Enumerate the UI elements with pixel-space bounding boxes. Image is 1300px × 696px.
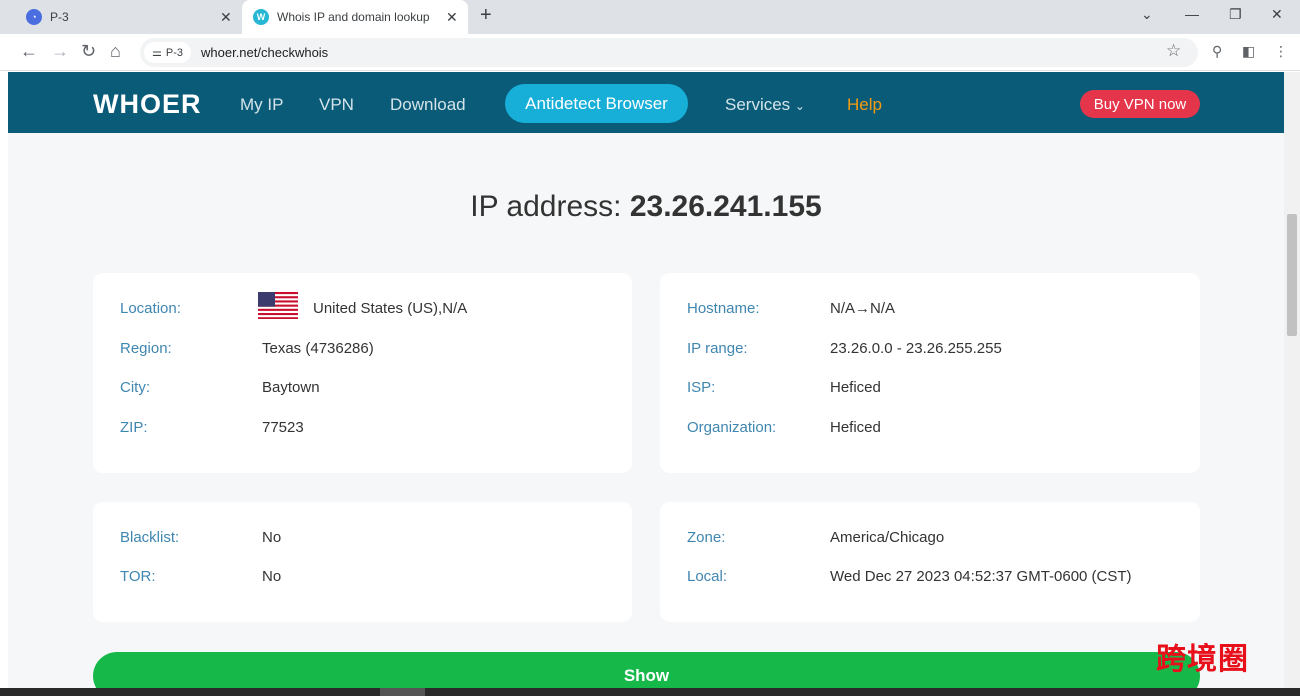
- app-logo-icon: ◔: [26, 9, 42, 25]
- ip-value: 23.26.241.155: [629, 190, 822, 223]
- time-card: Zone: America/Chicago Local: Wed Dec 27 …: [660, 502, 1200, 622]
- bookmark-star-icon[interactable]: ☆: [1166, 41, 1181, 61]
- tab-whois[interactable]: W Whois IP and domain lookup ✕: [242, 0, 468, 34]
- zip-value: 77523: [262, 419, 304, 436]
- page-content: WHOER My IP VPN Download Antidetect Brow…: [8, 72, 1284, 688]
- ip-heading: IP address: 23.26.241.155: [8, 190, 1284, 224]
- restore-icon[interactable]: ❐: [1229, 6, 1242, 23]
- site-header: WHOER My IP VPN Download Antidetect Brow…: [8, 72, 1284, 133]
- zone-label: Zone:: [687, 529, 726, 546]
- sidebar-icon[interactable]: ◧: [1242, 43, 1255, 60]
- show-button[interactable]: Show: [93, 652, 1200, 688]
- scrollbar-thumb[interactable]: [1287, 214, 1297, 336]
- nav-antidetect-browser[interactable]: Antidetect Browser: [505, 84, 688, 123]
- tor-label: TOR:: [120, 568, 156, 585]
- close-icon[interactable]: ✕: [446, 9, 458, 26]
- nav-help[interactable]: Help: [847, 95, 882, 115]
- tune-icon: ⚌: [152, 47, 162, 59]
- taskbar-app[interactable]: [380, 688, 425, 696]
- reload-icon[interactable]: ↻: [81, 41, 96, 62]
- url-text[interactable]: whoer.net/checkwhois: [201, 45, 328, 60]
- browser-toolbar: ← → ↻ ⌂ ⚌ P-3 whoer.net/checkwhois ☆ ⚲ ◧…: [0, 34, 1300, 71]
- ip-label: IP address:: [470, 190, 622, 223]
- address-bar[interactable]: ⚌ P-3 whoer.net/checkwhois ☆: [140, 38, 1198, 67]
- tab-p3[interactable]: ◔ P-3 ✕: [0, 0, 242, 34]
- chevron-down-icon: ⌄: [794, 99, 805, 113]
- watermark-logo: 跨境圈: [1156, 643, 1249, 676]
- tab-title: Whois IP and domain lookup: [277, 10, 430, 24]
- blacklist-label: Blacklist:: [120, 529, 180, 546]
- city-value: Baytown: [262, 379, 320, 396]
- tor-value: No: [262, 568, 282, 585]
- profile-chip[interactable]: ⚌ P-3: [144, 42, 191, 63]
- ip-range-label: IP range:: [687, 340, 748, 357]
- page-scrollbar[interactable]: [1284, 72, 1300, 688]
- nav-download[interactable]: Download: [390, 95, 466, 115]
- blacklist-value: No: [262, 529, 282, 546]
- page-viewport: WHOER My IP VPN Download Antidetect Brow…: [0, 72, 1300, 688]
- browser-tab-strip: ◔ P-3 ✕ W Whois IP and domain lookup ✕ +…: [0, 0, 1300, 34]
- minimize-icon[interactable]: —: [1185, 6, 1199, 22]
- ip-range-value: 23.26.0.0 - 23.26.255.255: [830, 340, 1002, 357]
- nav-vpn[interactable]: VPN: [319, 95, 354, 115]
- tab-title: P-3: [50, 10, 69, 24]
- menu-icon[interactable]: ⋮: [1274, 43, 1288, 60]
- location-value: United States (US),N/A: [313, 300, 468, 317]
- zone-value: America/Chicago: [830, 529, 945, 546]
- network-card: Hostname: N/A→N/A IP range: 23.26.0.0 - …: [660, 273, 1200, 473]
- hostname-label: Hostname:: [687, 300, 760, 317]
- us-flag-icon: [258, 292, 298, 319]
- region-value: Texas (4736286): [262, 340, 374, 357]
- nav-my-ip[interactable]: My IP: [240, 95, 283, 115]
- close-window-icon[interactable]: ✕: [1271, 6, 1283, 23]
- city-label: City:: [120, 379, 150, 396]
- location-label: Location:: [120, 300, 181, 317]
- whoer-w-icon: W: [253, 9, 269, 25]
- nav-services[interactable]: Services ⌄: [725, 95, 805, 115]
- nav-services-label: Services: [725, 95, 791, 114]
- hostname-value: N/A→N/A: [830, 300, 896, 317]
- back-icon[interactable]: ←: [20, 41, 38, 62]
- os-taskbar: [0, 688, 1300, 696]
- whoer-logo[interactable]: WHOER: [93, 89, 202, 120]
- profile-chip-label: P-3: [165, 46, 183, 59]
- region-label: Region:: [120, 340, 172, 357]
- status-card: Blacklist: No TOR: No: [93, 502, 632, 622]
- buy-vpn-button[interactable]: Buy VPN now: [1080, 90, 1200, 118]
- isp-value: Heficed: [830, 379, 881, 396]
- zip-label: ZIP:: [120, 419, 148, 436]
- forward-icon[interactable]: →: [51, 41, 69, 62]
- chevron-down-icon[interactable]: ⌄: [1141, 6, 1153, 23]
- organization-value: Heficed: [830, 419, 881, 436]
- new-tab-button[interactable]: +: [480, 4, 492, 27]
- zoom-search-icon[interactable]: ⚲: [1212, 43, 1222, 60]
- organization-label: Organization:: [687, 419, 777, 436]
- close-icon[interactable]: ✕: [220, 9, 232, 26]
- local-label: Local:: [687, 568, 728, 585]
- local-value: Wed Dec 27 2023 04:52:37 GMT-0600 (CST): [830, 568, 1132, 585]
- home-icon[interactable]: ⌂: [110, 41, 121, 62]
- location-card: Location: United States (US),N/A Region:…: [93, 273, 632, 473]
- isp-label: ISP:: [687, 379, 716, 396]
